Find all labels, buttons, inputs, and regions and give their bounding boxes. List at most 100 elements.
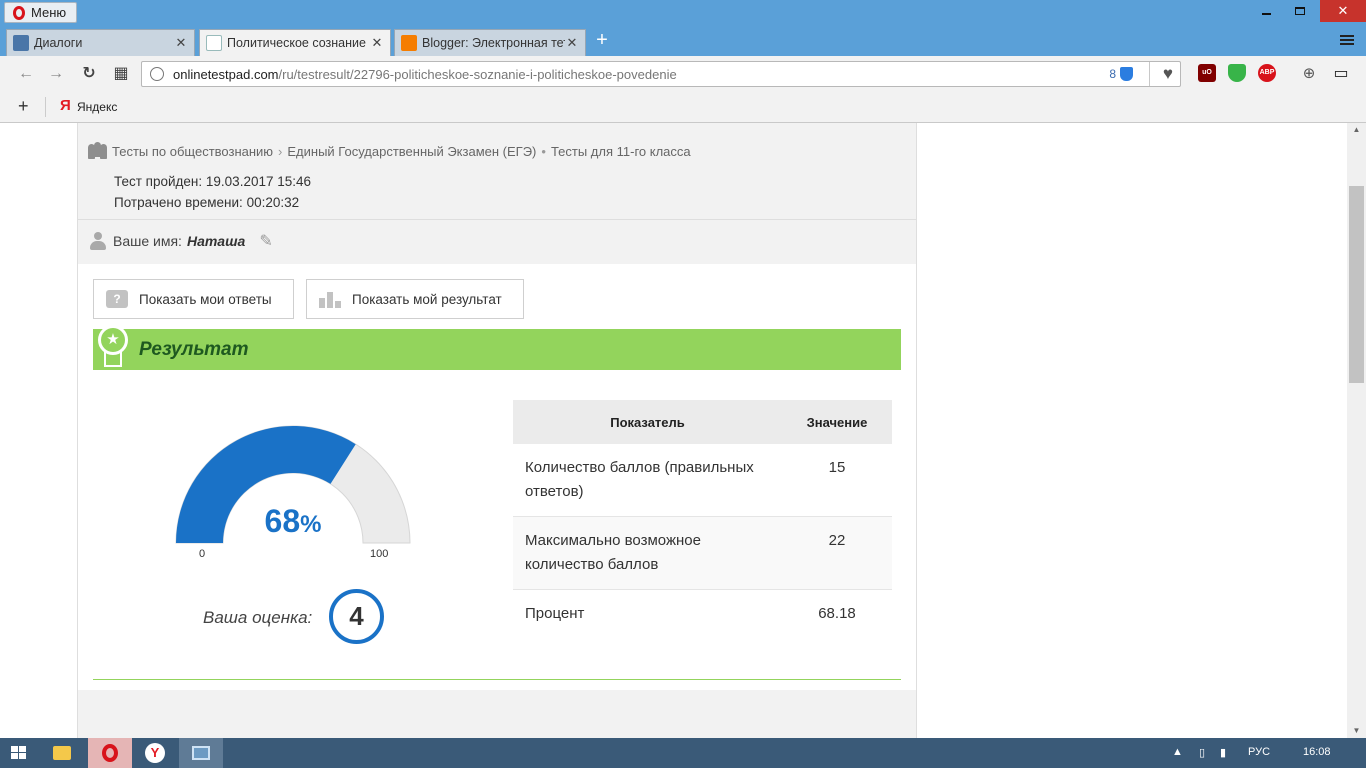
battery-icon[interactable]: ▭ (1330, 63, 1352, 85)
ublock-icon[interactable]: uO (1198, 64, 1216, 82)
menu-label: Меню (31, 5, 67, 20)
tab-political-consciousness[interactable]: Политическое сознание и ✕ (199, 29, 391, 56)
taskbar-opera[interactable] (88, 738, 132, 768)
network-icon[interactable]: ▮ (1220, 746, 1226, 759)
folder-icon (53, 746, 71, 760)
tab-bar: Диалоги ✕ Политическое сознание и ✕ Blog… (0, 26, 1366, 56)
adblock-icon[interactable]: ABP (1258, 64, 1276, 82)
scroll-up-icon[interactable]: ▲ (1347, 125, 1366, 134)
podium-icon (319, 290, 341, 308)
divider (78, 219, 916, 220)
question-icon: ? (106, 290, 128, 308)
user-icon (90, 231, 106, 251)
show-result-button[interactable]: Показать мой результат (306, 279, 524, 319)
row-label: Количество баллов (правильных ответов) (513, 444, 782, 517)
test-passed-line: Тест пройден: 19.03.2017 15:46 (114, 174, 311, 189)
tray-expand-icon[interactable]: ▲ (1172, 746, 1183, 758)
testpad-favicon-icon (206, 35, 222, 51)
tab-label: Диалоги (34, 36, 83, 50)
grade-label: Ваша оценка: (203, 608, 313, 627)
close-window-button[interactable]: ✕ (1320, 0, 1366, 22)
table-row: Количество баллов (правильных ответов) 1… (513, 444, 892, 517)
address-bar[interactable]: onlinetestpad.com/ru/testresult/22796-po… (141, 61, 1181, 87)
row-value: 15 (782, 444, 892, 517)
reload-icon[interactable]: ↻ (78, 63, 100, 85)
tab-close-icon[interactable]: ✕ (370, 35, 384, 51)
result-banner: ★ Результат (93, 325, 901, 370)
test-passed-label: Тест пройден: (114, 174, 203, 189)
bookmarks-bar: + Я Яндекс (0, 91, 1366, 123)
add-bookmark-icon[interactable]: + (18, 96, 29, 117)
site-info-icon[interactable] (150, 67, 164, 81)
download-icon[interactable]: ⊕ (1298, 63, 1320, 85)
show-answers-button[interactable]: ? Показать мои ответы (93, 279, 294, 319)
windows-taskbar: Y ▲ ▯ ▮ РУС 16:08 (0, 738, 1366, 768)
opera-menu-button[interactable]: Меню (4, 2, 78, 23)
yandex-icon[interactable]: Я (60, 97, 71, 114)
result-header: Тесты по обществознанию › Единый Государ… (78, 123, 916, 264)
table-header-row: Показатель Значение (513, 400, 892, 444)
taskbar-window[interactable] (179, 738, 223, 768)
clock[interactable]: 16:08 (1303, 746, 1331, 758)
divider (1149, 62, 1150, 86)
vk-favicon-icon (13, 35, 29, 51)
tab-close-icon[interactable]: ✕ (565, 35, 579, 51)
breadcrumb-link-social-studies[interactable]: Тесты по обществознанию (112, 144, 273, 159)
gauge-percent-value: 68% (264, 503, 322, 539)
new-tab-button[interactable]: + (592, 30, 612, 51)
tab-dialogs[interactable]: Диалоги ✕ (6, 29, 195, 56)
scrollbar-thumb[interactable] (1349, 186, 1364, 383)
url-host: onlinetestpad.com (173, 66, 279, 82)
row-label: Максимально возможное количество баллов (513, 516, 782, 590)
breadcrumb-link-grade-11[interactable]: Тесты для 11-го класса (551, 144, 691, 159)
divider (93, 679, 901, 680)
divider (45, 97, 46, 117)
heart-bookmark-icon[interactable]: ♥ (1163, 64, 1173, 84)
scroll-down-icon[interactable]: ▼ (1347, 726, 1366, 735)
results-table: Показатель Значение Количество баллов (п… (513, 400, 892, 638)
row-label: Процент (513, 589, 782, 638)
language-indicator[interactable]: РУС (1248, 746, 1270, 758)
gauge-max-label: 100 (370, 548, 389, 560)
minimize-icon (1261, 13, 1271, 15)
result-title: Результат (139, 339, 249, 360)
score-gauge: 68% 0 100 (173, 413, 413, 563)
time-spent-label: Потрачено времени: (114, 195, 243, 210)
grade-value: 4 (329, 589, 384, 644)
pencil-edit-icon[interactable]: ✎ (259, 231, 272, 251)
tab-close-icon[interactable]: ✕ (174, 35, 188, 51)
row-value: 68.18 (782, 589, 892, 638)
maximize-icon (1295, 7, 1305, 15)
maximize-button[interactable] (1286, 0, 1314, 22)
show-answers-label: Показать мои ответы (139, 291, 272, 307)
tab-label: Политическое сознание и (227, 36, 370, 50)
ghostery-icon[interactable] (1228, 64, 1246, 82)
breadcrumb-link-ege[interactable]: Единый Государственный Экзамен (ЕГЭ) (287, 144, 536, 159)
bookmark-yandex[interactable]: Яндекс (77, 100, 117, 114)
shield-icon[interactable] (1120, 67, 1133, 81)
shield-badge-count: 8 (1109, 67, 1116, 81)
column-header-value: Значение (782, 400, 892, 444)
taskbar-explorer[interactable] (40, 738, 84, 768)
address-toolbar: ← → ↻ ▦ onlinetestpad.com/ru/testresult/… (0, 56, 1366, 91)
window-controls: ✕ (1252, 0, 1366, 22)
back-arrow-icon[interactable]: ← (15, 63, 37, 85)
forward-arrow-icon[interactable]: → (45, 63, 67, 85)
tab-menu-icon[interactable] (1340, 33, 1354, 47)
windows-start-icon[interactable] (11, 746, 27, 760)
tray-device-icon[interactable]: ▯ (1199, 746, 1205, 759)
minimize-button[interactable] (1252, 0, 1280, 22)
speed-dial-grid-icon[interactable]: ▦ (110, 63, 132, 85)
column-header-indicator: Показатель (513, 400, 782, 444)
result-card: Тесты по обществознанию › Единый Государ… (77, 123, 917, 738)
window-title-bar: Меню ✕ (0, 0, 1366, 26)
opera-icon (102, 744, 118, 762)
taskbar-yandex-browser[interactable]: Y (133, 738, 177, 768)
table-row: Процент 68.18 (513, 589, 892, 638)
user-name-row: Ваше имя: Наташа ✎ (90, 231, 273, 251)
opera-logo-icon (13, 5, 25, 20)
vertical-scrollbar[interactable]: ▲ ▼ (1347, 123, 1366, 738)
window-icon (192, 746, 210, 760)
tab-blogger[interactable]: Blogger: Электронная тетр ✕ (394, 29, 586, 56)
chevron-right-icon: › (278, 143, 283, 159)
